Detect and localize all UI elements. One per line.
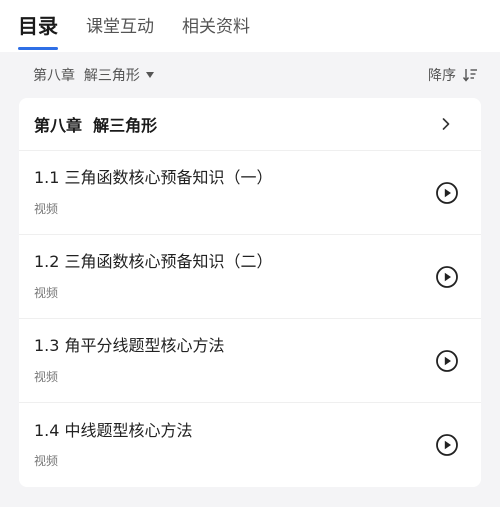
chapter-header[interactable]: 第八章 解三角形	[19, 98, 481, 151]
lesson-text: 1.3 角平分线题型核心方法 视频	[34, 336, 225, 384]
filter-bar: 第八章 解三角形 降序	[0, 52, 500, 98]
sort-toggle[interactable]: 降序	[428, 65, 478, 85]
lesson-title: 1.3 角平分线题型核心方法	[34, 336, 225, 356]
lesson-item[interactable]: 1.4 中线题型核心方法 视频	[19, 403, 481, 487]
lesson-title: 1.1 三角函数核心预备知识（一）	[34, 168, 273, 188]
chapter-title: 第八章 解三角形	[34, 116, 158, 135]
play-circle-icon[interactable]	[435, 349, 459, 373]
lesson-item[interactable]: 1.1 三角函数核心预备知识（一） 视频	[19, 151, 481, 235]
chevron-right-icon	[441, 117, 451, 131]
lesson-item[interactable]: 1.3 角平分线题型核心方法 视频	[19, 319, 481, 403]
chapter-card: 第八章 解三角形 1.1 三角函数核心预备知识（一） 视频 1.2 三角函数核心…	[19, 98, 481, 487]
lesson-type: 视频	[34, 201, 59, 216]
lesson-type: 视频	[34, 285, 59, 300]
play-circle-icon[interactable]	[435, 433, 459, 457]
lesson-title: 1.4 中线题型核心方法	[34, 420, 193, 440]
sort-descending-icon	[462, 68, 478, 82]
caret-down-icon	[145, 72, 154, 78]
play-circle-icon[interactable]	[435, 265, 459, 289]
tab-catalog[interactable]: 目录	[18, 16, 58, 52]
lesson-type: 视频	[34, 369, 59, 384]
tab-class-interaction[interactable]: 课堂互动	[86, 19, 154, 52]
lesson-type: 视频	[34, 454, 59, 469]
tab-related-materials[interactable]: 相关资料	[182, 19, 250, 52]
sort-label: 降序	[428, 68, 456, 84]
chapter-dropdown[interactable]: 第八章 解三角形	[33, 65, 154, 85]
top-tab-bar: 目录 课堂互动 相关资料	[0, 0, 500, 52]
play-circle-icon[interactable]	[435, 181, 459, 205]
lesson-text: 1.1 三角函数核心预备知识（一） 视频	[34, 168, 273, 216]
lesson-item[interactable]: 1.2 三角函数核心预备知识（二） 视频	[19, 235, 481, 319]
chapter-dropdown-label: 第八章 解三角形	[33, 68, 140, 84]
lesson-text: 1.2 三角函数核心预备知识（二） 视频	[34, 252, 273, 300]
lesson-title: 1.2 三角函数核心预备知识（二）	[34, 252, 273, 272]
lesson-text: 1.4 中线题型核心方法 视频	[34, 421, 193, 469]
